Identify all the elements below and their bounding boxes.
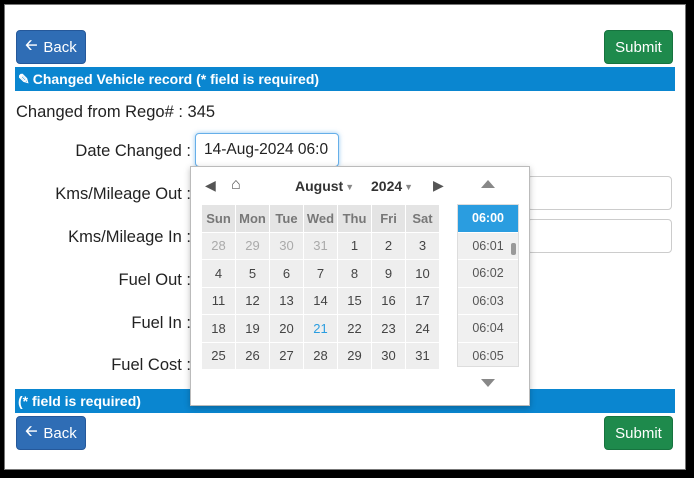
calendar-week: 11 12 13 14 15 16 17	[201, 286, 440, 315]
month-label: August	[295, 178, 344, 194]
calendar-day[interactable]: 31	[303, 231, 338, 260]
fuel-cost-label: Fuel Cost :	[111, 356, 191, 374]
time-option[interactable]: 06:00	[458, 205, 518, 233]
weekday-thu: Thu	[337, 204, 372, 233]
calendar-day[interactable]: 11	[201, 286, 236, 315]
date-changed-input[interactable]: 14-Aug-2024 06:0	[195, 133, 339, 167]
time-option[interactable]: 06:05	[458, 343, 518, 370]
year-label: 2024	[371, 178, 403, 194]
arrow-left-icon: 🡠	[25, 422, 38, 440]
changed-from-value: 345	[187, 103, 216, 121]
calendar-day[interactable]: 10	[405, 259, 440, 288]
calendar-week: 25 26 27 28 29 30 31	[201, 341, 440, 370]
calendar-day[interactable]: 24	[405, 314, 440, 343]
header-title: Changed Vehicle record (* field is requi…	[32, 71, 320, 87]
kms-out-label: Kms/Mileage Out :	[55, 185, 191, 203]
weekday-tue: Tue	[269, 204, 304, 233]
calendar-day[interactable]: 21	[303, 314, 338, 343]
calendar-day[interactable]: 13	[269, 286, 304, 315]
pencil-icon: ✎	[18, 71, 30, 87]
weekday-header: Sun Mon Tue Wed Thu Fri Sat	[201, 204, 440, 233]
calendar-day[interactable]: 6	[269, 259, 304, 288]
weekday-wed: Wed	[303, 204, 338, 233]
month-selector[interactable]: August ▼	[295, 178, 354, 194]
calendar-day[interactable]: 12	[235, 286, 270, 315]
calendar-day[interactable]: 7	[303, 259, 338, 288]
calendar-day[interactable]: 28	[201, 231, 236, 260]
weekday-mon: Mon	[235, 204, 270, 233]
back-button-bottom[interactable]: 🡠 Back	[16, 416, 86, 450]
time-option[interactable]: 06:03	[458, 288, 518, 315]
footer-text: (* field is required)	[18, 393, 141, 409]
calendar-day[interactable]: 19	[235, 314, 270, 343]
calendar-day[interactable]: 29	[337, 341, 372, 370]
time-option[interactable]: 06:02	[458, 260, 518, 288]
home-icon[interactable]: ⌂	[231, 177, 241, 193]
submit-button-label: Submit	[615, 38, 662, 56]
chevron-left-icon[interactable]: ◀	[205, 178, 216, 192]
calendar-day[interactable]: 29	[235, 231, 270, 260]
calendar-week: 4 5 6 7 8 9 10	[201, 259, 440, 288]
header-bar: ✎ Changed Vehicle record (* field is requ…	[15, 67, 675, 91]
back-button-label: Back	[43, 38, 77, 56]
caret-down-icon: ▼	[345, 182, 355, 193]
arrow-left-icon: 🡠	[25, 36, 38, 54]
calendar-day[interactable]: 15	[337, 286, 372, 315]
calendar-day[interactable]: 17	[405, 286, 440, 315]
datetime-picker: ◀ ⌂ August ▼ 2024 ▼ ▶ Sun Mon Tue Wed Thu Fri Sa…	[190, 166, 530, 406]
calendar-day[interactable]: 18	[201, 314, 236, 343]
time-option[interactable]: 06:01	[458, 233, 518, 260]
changed-from-text: Changed from Rego# :	[16, 103, 183, 121]
calendar-day[interactable]: 4	[201, 259, 236, 288]
weekday-sat: Sat	[405, 204, 440, 233]
calendar-day[interactable]: 14	[303, 286, 338, 315]
fuel-out-label: Fuel Out :	[118, 271, 191, 289]
calendar-day[interactable]: 30	[371, 341, 406, 370]
year-selector[interactable]: 2024 ▼	[371, 178, 413, 194]
back-button-top[interactable]: 🡠 Back	[16, 30, 86, 64]
time-scrollbar[interactable]	[511, 243, 516, 255]
calendar-day[interactable]: 2	[371, 231, 406, 260]
calendar-day[interactable]: 1	[337, 231, 372, 260]
kms-out-input[interactable]	[527, 176, 672, 210]
calendar-week: 18 19 20 21 22 23 24	[201, 314, 440, 343]
kms-in-input[interactable]	[527, 219, 672, 253]
changed-from-label: Changed from Rego# : 345	[16, 103, 215, 122]
calendar-day[interactable]: 31	[405, 341, 440, 370]
time-list[interactable]: 06:00 06:01 06:02 06:03 06:04 06:05	[457, 204, 519, 370]
chevron-up-icon[interactable]	[481, 180, 495, 188]
chevron-down-icon[interactable]	[481, 379, 495, 387]
chevron-right-icon[interactable]: ▶	[433, 178, 444, 192]
calendar-day[interactable]: 20	[269, 314, 304, 343]
calendar-grid: Sun Mon Tue Wed Thu Fri Sat 28 29 30 31 1 2 3 4 5 6 7 8 9 1…	[201, 204, 440, 370]
calendar-day[interactable]: 27	[269, 341, 304, 370]
time-option[interactable]: 06:04	[458, 315, 518, 343]
calendar-day[interactable]: 3	[405, 231, 440, 260]
calendar-day[interactable]: 25	[201, 341, 236, 370]
submit-button-top[interactable]: Submit	[604, 30, 673, 64]
calendar-day[interactable]: 26	[235, 341, 270, 370]
weekday-sun: Sun	[201, 204, 236, 233]
caret-down-icon: ▼	[404, 182, 414, 193]
calendar-day[interactable]: 28	[303, 341, 338, 370]
calendar-day[interactable]: 8	[337, 259, 372, 288]
calendar-day[interactable]: 5	[235, 259, 270, 288]
calendar-day[interactable]: 23	[371, 314, 406, 343]
submit-button-bottom[interactable]: Submit	[604, 416, 673, 450]
fuel-in-label: Fuel In :	[131, 314, 191, 332]
calendar-week: 28 29 30 31 1 2 3	[201, 231, 440, 260]
calendar-day[interactable]: 16	[371, 286, 406, 315]
submit-button-label: Submit	[615, 424, 662, 442]
calendar-day[interactable]: 30	[269, 231, 304, 260]
weekday-fri: Fri	[371, 204, 406, 233]
calendar-day[interactable]: 9	[371, 259, 406, 288]
kms-in-label: Kms/Mileage In :	[68, 228, 191, 246]
back-button-label: Back	[43, 424, 77, 442]
calendar-day[interactable]: 22	[337, 314, 372, 343]
date-changed-label: Date Changed :	[75, 142, 191, 160]
